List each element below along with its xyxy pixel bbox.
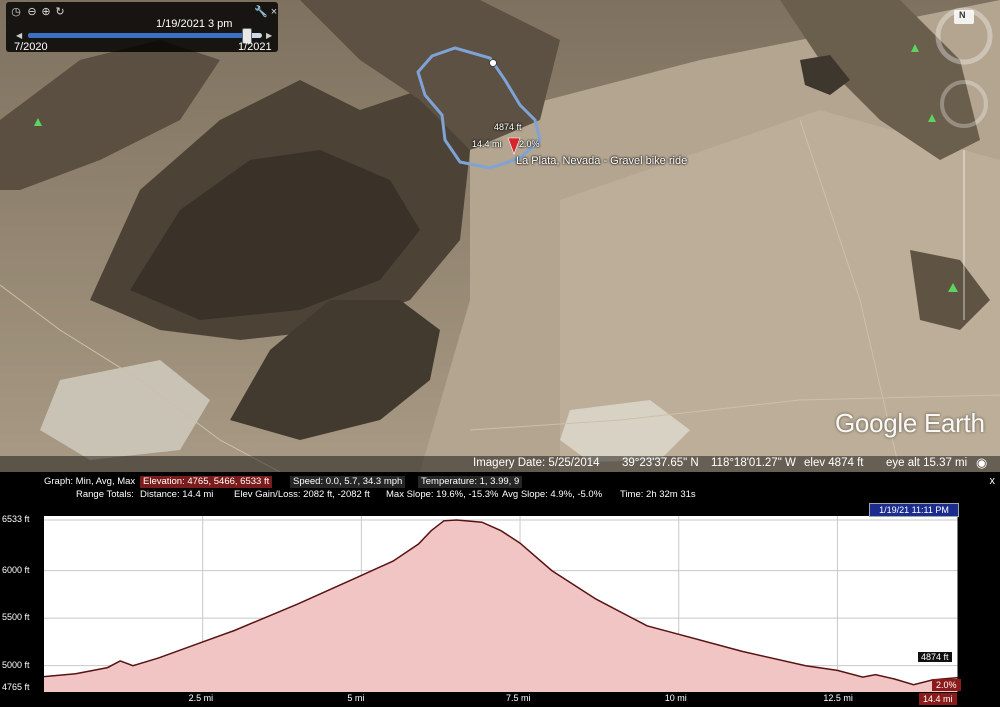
compass-north[interactable]: N <box>959 10 966 20</box>
y-tick-label: 4765 ft <box>2 682 30 692</box>
cursor-slope-label: 2.0% <box>932 679 961 691</box>
slider-end-date: 1/2021 <box>238 41 272 53</box>
historical-imagery-slider: ◷ ⊖ ⊕ ↻ 🔧 × 1/19/2021 3 pm ◀ ▶ 7/2020 1/… <box>6 2 280 53</box>
x-tick-label: 10 mi <box>664 693 687 703</box>
cursor-time-badge: 1/19/21 11:11 PM <box>869 503 959 517</box>
placemark-slope: 2.0% <box>519 139 540 149</box>
elevation-chart[interactable] <box>0 472 1000 707</box>
clock-icon[interactable]: ◷ <box>10 6 22 18</box>
move-ring[interactable] <box>940 80 988 128</box>
latitude-readout: 39°23'37.65" N <box>622 457 699 469</box>
slider-forward-icon[interactable]: ▶ <box>266 31 272 40</box>
elevation-readout: elev 4874 ft <box>804 457 864 469</box>
imagery-date: Imagery Date: 5/25/2014 <box>473 457 600 469</box>
eye-altitude-readout: eye alt 15.37 mi <box>886 457 968 469</box>
status-bar: Imagery Date: 5/25/2014 39°23'37.65" N 1… <box>0 455 1000 472</box>
slider-track[interactable] <box>28 28 262 44</box>
satellite-terrain <box>0 0 1000 472</box>
wrench-icon[interactable]: 🔧 <box>254 6 268 18</box>
status-spinner-icon: ◉ <box>976 455 988 470</box>
refresh-icon[interactable]: ↻ <box>54 6 66 18</box>
earth-map-view[interactable]: ◷ ⊖ ⊕ ↻ 🔧 × 1/19/2021 3 pm ◀ ▶ 7/2020 1/… <box>0 0 1000 472</box>
y-tick-label: 5500 ft <box>2 612 30 623</box>
cursor-elevation-label: 4874 ft <box>917 651 953 663</box>
placemark-distance: 14.4 mi <box>472 139 502 149</box>
zoom-in-icon[interactable]: ⊕ <box>40 6 52 18</box>
cursor-distance-label: 14.4 mi <box>919 693 957 705</box>
slider-current-date: 1/19/2021 3 pm <box>156 18 233 30</box>
slider-fill <box>28 33 246 38</box>
longitude-readout: 118°18'01.27" W <box>711 457 796 469</box>
x-tick-label: 5 mi <box>347 693 365 703</box>
navigation-controls: N <box>934 0 994 340</box>
close-icon[interactable]: × <box>268 6 280 18</box>
x-tick-label: 12.5 mi <box>823 693 853 703</box>
y-tick-label: 6533 ft <box>2 514 30 524</box>
y-tick-label: 6000 ft <box>2 564 30 575</box>
x-tick-label: 7.5 mi <box>506 693 531 703</box>
placemark-elevation: 4874 ft <box>494 122 522 132</box>
zoom-out-icon[interactable]: ⊖ <box>26 6 38 18</box>
google-earth-logo: Google Earth <box>835 408 985 438</box>
slider-start-date: 7/2020 <box>14 41 48 53</box>
x-tick-label: 2.5 mi <box>188 693 214 703</box>
y-tick-label: 5000 ft <box>2 659 30 670</box>
placemark-title[interactable]: La Plata, Nevada - Gravel bike ride <box>516 155 687 167</box>
slider-back-icon[interactable]: ◀ <box>16 31 22 40</box>
